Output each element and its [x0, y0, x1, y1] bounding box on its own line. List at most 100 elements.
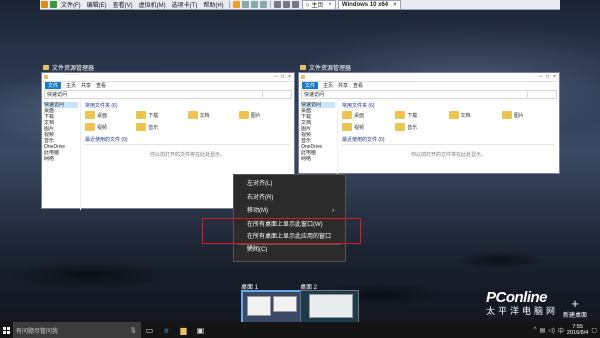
- folder-item[interactable]: 桌面: [85, 111, 136, 119]
- fullscreen-icon[interactable]: [273, 1, 281, 8]
- menu-item-move[interactable]: 移动(M) ›: [247, 206, 337, 217]
- window-titlebar: – □ ×: [299, 73, 559, 82]
- network-icon[interactable]: ▤: [540, 327, 546, 334]
- menu-view[interactable]: 查看(V): [113, 0, 133, 9]
- chevron-up-icon[interactable]: ^: [534, 327, 537, 333]
- window-title-label: 文件资源管理器: [309, 66, 352, 72]
- start-button[interactable]: [0, 322, 13, 338]
- empty-message: 你以前打开的文件将在此处显示。: [149, 152, 225, 158]
- ribbon-tab-home[interactable]: 主页: [66, 82, 76, 89]
- ime-icon[interactable]: 中: [558, 326, 564, 335]
- nav-item-network[interactable]: 网络: [301, 156, 335, 162]
- folder-label: 图片: [250, 112, 261, 119]
- tab-home[interactable]: ⌂ 主页 ×: [301, 0, 336, 10]
- cortana-search-box[interactable]: 有问题尽管问我 🎙: [13, 322, 141, 338]
- pconline-watermark: PConline 太平洋电脑网: [486, 289, 558, 317]
- menu-item-snap-right[interactable]: 右对齐(R): [247, 193, 337, 204]
- toolbar-divider: [228, 1, 230, 8]
- menu-vm[interactable]: 虚拟机(M): [139, 0, 166, 9]
- close-icon[interactable]: ×: [328, 2, 332, 8]
- ribbon-tab-view[interactable]: 查看: [353, 82, 363, 89]
- folder-icon: [85, 123, 95, 131]
- store-icon[interactable]: ▣: [192, 322, 209, 338]
- folder-item[interactable]: 音乐: [136, 123, 187, 131]
- folder-item[interactable]: 视频: [342, 123, 395, 131]
- snapshot-icon[interactable]: [241, 1, 249, 8]
- folder-icon: [136, 123, 147, 131]
- search-placeholder: 有问题尽管问我: [16, 328, 59, 335]
- folder-item[interactable]: 桌面: [342, 111, 395, 119]
- notification-icon[interactable]: ▢: [591, 327, 597, 334]
- new-desktop-button[interactable]: + 新建桌面: [563, 297, 587, 319]
- folder-label: 视频: [97, 124, 108, 131]
- unity-icon[interactable]: [282, 1, 290, 8]
- menu-file[interactable]: 文件(F): [61, 0, 81, 9]
- menu-item-close[interactable]: 关闭(C): [247, 245, 337, 256]
- folder-icon: [501, 111, 512, 119]
- quick-access-icon: [44, 75, 48, 79]
- clock[interactable]: 7:55 2016/8/4: [567, 324, 588, 336]
- pause-icon[interactable]: [232, 1, 240, 8]
- search-box[interactable]: [262, 92, 291, 97]
- minimize-icon[interactable]: –: [274, 74, 277, 80]
- recent-files-header[interactable]: 最近使用的文件 (0): [85, 136, 290, 145]
- search-box[interactable]: [527, 92, 556, 97]
- window-title-1[interactable]: 文件资源管理器: [43, 63, 94, 72]
- desktop-2-thumbnail[interactable]: [300, 290, 359, 323]
- ribbon-tab-share[interactable]: 共享: [81, 82, 91, 89]
- folder-label: 图片: [513, 112, 524, 119]
- folder-item[interactable]: 音乐: [395, 123, 448, 131]
- menu-edit[interactable]: 编辑(E): [87, 0, 107, 9]
- desktop-1-thumbnail[interactable]: [241, 290, 302, 325]
- revert-icon[interactable]: [250, 1, 258, 8]
- group-header[interactable]: 常用文件夹 (6): [85, 102, 290, 109]
- close-icon[interactable]: ×: [288, 74, 291, 80]
- minimize-icon[interactable]: –: [539, 74, 542, 80]
- manage-snapshots-icon[interactable]: [259, 1, 267, 8]
- tab-windows10[interactable]: Windows 10 x64 ×: [337, 0, 401, 10]
- folder-label: 下载: [148, 112, 159, 119]
- folder-item[interactable]: 图片: [501, 111, 555, 119]
- ribbon-tab-share[interactable]: 共享: [338, 82, 348, 89]
- ribbon-tab-home[interactable]: 主页: [323, 82, 333, 89]
- address-bar[interactable]: 快速访问: [44, 90, 292, 99]
- maximize-icon[interactable]: □: [546, 74, 549, 80]
- menu-tabs[interactable]: 选项卡(T): [172, 0, 198, 9]
- close-icon[interactable]: ×: [393, 2, 397, 8]
- explorer-window-2[interactable]: – □ × 文件 主页 共享 查看 快速访问 快速访问 桌面 下载 文档 图片 …: [298, 72, 560, 175]
- mini-window: [309, 294, 353, 318]
- system-tray: ^ ▤ ◁) 中 7:55 2016/8/4 ▢: [534, 324, 600, 336]
- clock-date: 2016/8/4: [566, 330, 589, 336]
- edge-icon[interactable]: e: [158, 322, 175, 338]
- ribbon-tab-file[interactable]: 文件: [45, 82, 62, 89]
- folder-item[interactable]: 文档: [187, 111, 239, 119]
- close-icon[interactable]: ×: [553, 74, 556, 80]
- maximize-icon[interactable]: □: [281, 74, 284, 80]
- folder-item[interactable]: 文档: [448, 111, 502, 119]
- file-explorer-icon[interactable]: ▆: [175, 322, 192, 338]
- folder-item[interactable]: 图片: [238, 111, 290, 119]
- window-title-2[interactable]: 文件资源管理器: [300, 63, 351, 72]
- address-bar[interactable]: 快速访问: [301, 90, 557, 99]
- group-header[interactable]: 常用文件夹 (6): [342, 102, 555, 109]
- task-view-icon[interactable]: ▭: [141, 322, 158, 338]
- folder-label: 文档: [199, 112, 210, 119]
- menu-item-snap-left[interactable]: 左对齐(L): [247, 179, 337, 190]
- recent-files-header[interactable]: 最近使用的文件 (0): [342, 136, 555, 145]
- microphone-icon[interactable]: 🎙: [129, 327, 137, 334]
- folder-item[interactable]: 下载: [136, 111, 187, 119]
- address-text: 快速访问: [47, 92, 68, 98]
- ribbon-tab-view[interactable]: 查看: [96, 82, 106, 89]
- folder-item[interactable]: 下载: [395, 111, 448, 119]
- home-icon: ⌂: [305, 1, 310, 8]
- vm-toolbar: 文件(F) 编辑(E) 查看(V) 虚拟机(M) 选项卡(T) 帮助(H) ⌂ …: [40, 0, 560, 10]
- volume-icon[interactable]: ◁): [548, 327, 555, 334]
- nav-item-network[interactable]: 网络: [44, 156, 78, 162]
- console-view-icon[interactable]: [291, 1, 299, 8]
- power-icon[interactable]: [50, 1, 57, 8]
- tab-home-label: 主页: [311, 3, 324, 9]
- menu-help[interactable]: 帮助(H): [203, 0, 223, 9]
- ribbon-tab-file[interactable]: 文件: [302, 82, 319, 89]
- window-titlebar: – □ ×: [42, 73, 294, 82]
- folder-item[interactable]: 视频: [85, 123, 136, 131]
